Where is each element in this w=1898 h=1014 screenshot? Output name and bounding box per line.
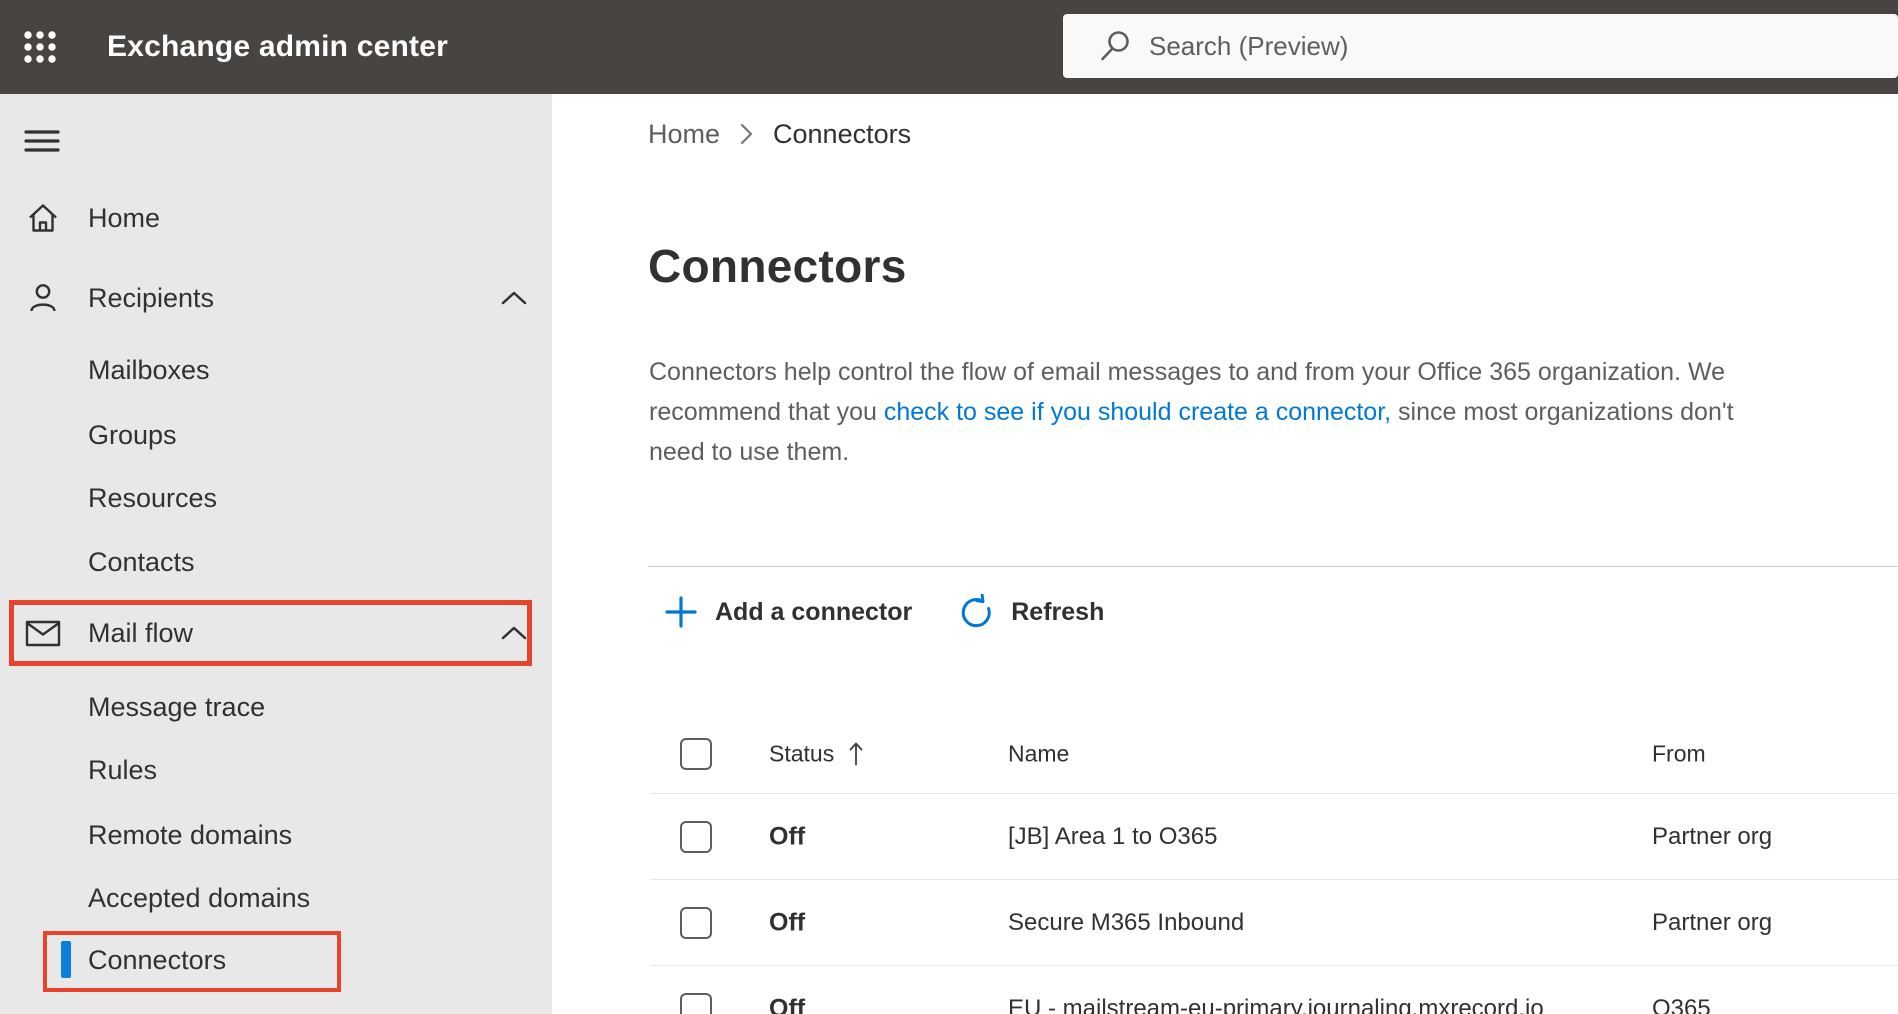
app-title: Exchange admin center bbox=[107, 30, 448, 63]
toolbar-divider bbox=[648, 566, 1898, 567]
column-header-status[interactable]: Status bbox=[769, 740, 864, 767]
person-icon bbox=[25, 280, 61, 316]
description-line: Connectors help control the flow of emai… bbox=[649, 358, 1726, 386]
description-text: since most organizations don't bbox=[1391, 398, 1734, 426]
hamburger-menu-icon[interactable] bbox=[24, 129, 60, 153]
chevron-right-icon bbox=[740, 123, 753, 145]
sidebar-item-label: Resources bbox=[88, 482, 218, 513]
select-all-checkbox[interactable] bbox=[680, 737, 712, 770]
row-status: Off bbox=[769, 994, 806, 1014]
connectors-table: Status Name From Off [JB] Area 1 to O365… bbox=[650, 714, 1898, 1014]
app-launcher-waffle-icon[interactable] bbox=[22, 29, 58, 65]
chevron-up-icon[interactable] bbox=[501, 291, 527, 305]
sidebar-item-label: Mailboxes bbox=[88, 354, 210, 385]
breadcrumb-home-link[interactable]: Home bbox=[648, 119, 720, 150]
main-content: Home Connectors Connectors Connectors he… bbox=[552, 94, 1898, 1014]
sidebar-item-label: Mail flow bbox=[88, 617, 194, 648]
refresh-label: Refresh bbox=[1011, 597, 1105, 626]
sidebar-item-message-trace[interactable]: Message trace bbox=[0, 681, 552, 733]
sidebar-item-connectors[interactable]: Connectors bbox=[0, 934, 552, 986]
waffle-icon bbox=[24, 31, 56, 63]
description-line: need to use them. bbox=[649, 438, 850, 466]
row-from: O365 bbox=[1652, 994, 1711, 1014]
global-search-box bbox=[1063, 14, 1898, 78]
row-name-link[interactable]: EU - mailstream-eu-primary.journaling.mx… bbox=[1008, 995, 1544, 1014]
table-row[interactable]: Off Secure M365 Inbound Partner org bbox=[650, 880, 1898, 966]
left-navigation: Home Recipients Mailboxes Groups Resourc… bbox=[0, 94, 552, 1014]
add-connector-label: Add a connector bbox=[715, 597, 913, 626]
plus-icon bbox=[665, 596, 697, 628]
row-checkbox[interactable] bbox=[680, 820, 712, 853]
row-name-link[interactable]: Secure M365 Inbound bbox=[1008, 909, 1244, 937]
table-row[interactable]: Off EU - mailstream-eu-primary.journalin… bbox=[650, 966, 1898, 1014]
breadcrumb-current: Connectors bbox=[773, 118, 912, 149]
sidebar-item-groups[interactable]: Groups bbox=[0, 409, 552, 461]
refresh-button[interactable]: Refresh bbox=[954, 594, 1108, 630]
row-checkbox[interactable] bbox=[680, 906, 712, 939]
selected-item-indicator bbox=[61, 941, 71, 978]
row-checkbox[interactable] bbox=[680, 992, 712, 1014]
sidebar-item-remote-domains[interactable]: Remote domains bbox=[0, 809, 552, 861]
sidebar-item-label: Message trace bbox=[88, 691, 266, 722]
row-status: Off bbox=[769, 822, 806, 850]
column-header-from[interactable]: From bbox=[1652, 740, 1706, 767]
column-header-name[interactable]: Name bbox=[1008, 740, 1069, 767]
refresh-icon bbox=[962, 594, 991, 628]
table-header-row: Status Name From bbox=[650, 714, 1898, 794]
sidebar-item-accepted-domains[interactable]: Accepted domains bbox=[0, 872, 552, 924]
table-row[interactable]: Off [JB] Area 1 to O365 Partner org bbox=[650, 794, 1898, 880]
sidebar-item-contacts[interactable]: Contacts bbox=[0, 536, 552, 588]
page-title: Connectors bbox=[648, 240, 907, 292]
page-description: Connectors help control the flow of emai… bbox=[649, 352, 1898, 472]
sidebar-item-label: Rules bbox=[88, 754, 158, 785]
sidebar-item-label: Recipients bbox=[88, 282, 215, 313]
breadcrumb: Home Connectors bbox=[648, 116, 911, 152]
command-bar: Add a connector Refresh bbox=[660, 586, 1108, 638]
description-text: recommend that you bbox=[649, 398, 884, 426]
sidebar-item-resources[interactable]: Resources bbox=[0, 472, 552, 524]
sidebar-item-recipients[interactable]: Recipients bbox=[0, 272, 552, 324]
sidebar-item-mailboxes[interactable]: Mailboxes bbox=[0, 344, 552, 396]
sort-arrow-up-icon bbox=[849, 742, 863, 765]
search-input[interactable] bbox=[1063, 14, 1898, 78]
sidebar-item-label: Remote domains bbox=[88, 819, 293, 850]
sidebar-item-label: Connectors bbox=[88, 944, 227, 975]
row-status: Off bbox=[769, 908, 806, 936]
house-icon bbox=[25, 200, 61, 236]
sidebar-item-label: Home bbox=[88, 202, 161, 233]
row-from: Partner org bbox=[1652, 908, 1773, 936]
top-app-bar: Exchange admin center bbox=[0, 0, 1898, 94]
sidebar-item-label: Groups bbox=[88, 419, 177, 450]
sidebar-item-label: Contacts bbox=[88, 546, 195, 577]
sidebar-item-home[interactable]: Home bbox=[0, 192, 552, 244]
sidebar-item-label: Accepted domains bbox=[88, 882, 311, 913]
sidebar-item-rules[interactable]: Rules bbox=[0, 744, 552, 796]
row-from: Partner org bbox=[1652, 822, 1773, 850]
row-name-link[interactable]: [JB] Area 1 to O365 bbox=[1008, 823, 1217, 851]
hamburger-icon bbox=[24, 130, 60, 152]
description-line: recommend that you check to see if you s… bbox=[649, 392, 1898, 432]
chevron-up-icon[interactable] bbox=[501, 626, 527, 640]
sidebar-item-mail-flow[interactable]: Mail flow bbox=[0, 607, 552, 659]
create-connector-check-link[interactable]: check to see if you should create a conn… bbox=[884, 398, 1391, 426]
add-connector-button[interactable]: Add a connector bbox=[660, 595, 916, 629]
status-header-label: Status bbox=[769, 740, 835, 766]
envelope-icon bbox=[25, 615, 61, 651]
